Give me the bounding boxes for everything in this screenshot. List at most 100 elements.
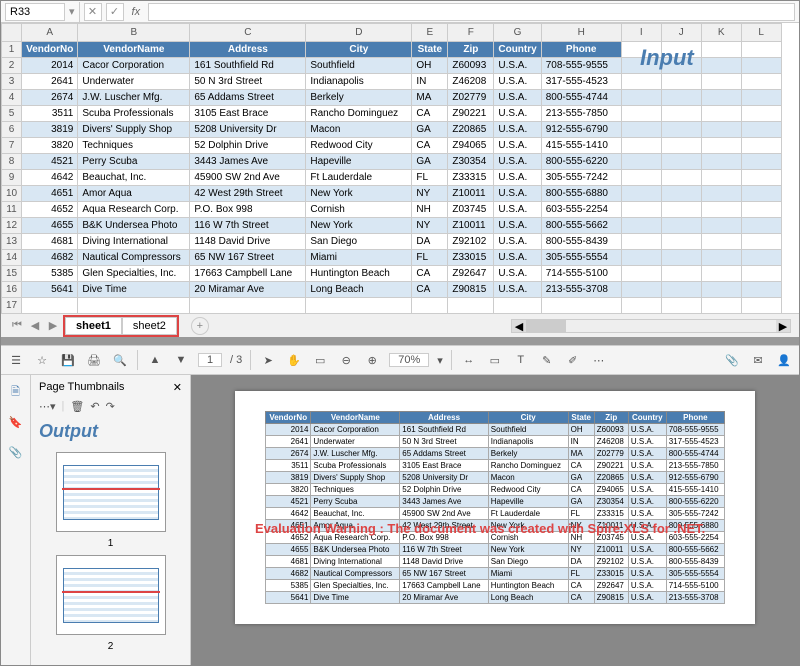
data-cell[interactable]: 1148 David Drive (190, 234, 306, 250)
data-cell[interactable]: GA (412, 122, 448, 138)
data-cell[interactable]: 800-555-5662 (541, 218, 621, 234)
data-cell[interactable]: Long Beach (306, 282, 412, 298)
data-cell[interactable]: Z90815 (448, 282, 494, 298)
zoom-out-icon[interactable]: ⊖ (337, 351, 355, 369)
data-cell[interactable]: OH (412, 58, 448, 74)
hand-icon[interactable]: ✋ (285, 351, 303, 369)
zoom-dropdown-icon[interactable]: ▾ (437, 354, 443, 367)
data-cell[interactable]: Glen Specialties, Inc. (78, 266, 190, 282)
draw-icon[interactable]: ✎ (538, 351, 556, 369)
cancel-icon[interactable]: ✕ (84, 3, 102, 21)
data-cell[interactable]: Z92102 (448, 234, 494, 250)
attachments-icon[interactable]: 📎 (7, 443, 25, 461)
data-cell[interactable]: 65 NW 167 Street (190, 250, 306, 266)
data-cell[interactable]: 116 W 7th Street (190, 218, 306, 234)
data-cell[interactable]: 4651 (22, 186, 78, 202)
data-cell[interactable]: 45900 SW 2nd Ave (190, 170, 306, 186)
data-cell[interactable]: 4655 (22, 218, 78, 234)
data-cell[interactable]: 213-555-7850 (541, 106, 621, 122)
col-header[interactable]: D (306, 24, 412, 42)
data-cell[interactable]: Scuba Professionals (78, 106, 190, 122)
fit-page-icon[interactable]: ▭ (486, 351, 504, 369)
data-cell[interactable]: Aqua Research Corp. (78, 202, 190, 218)
zoom-level-input[interactable]: 70% (389, 353, 429, 367)
data-cell[interactable]: Dive Time (78, 282, 190, 298)
col-header[interactable]: A (22, 24, 78, 42)
data-cell[interactable]: 305-555-7242 (541, 170, 621, 186)
data-cell[interactable]: Miami (306, 250, 412, 266)
data-cell[interactable]: New York (306, 186, 412, 202)
add-sheet-icon[interactable]: + (191, 317, 209, 335)
data-cell[interactable]: CA (412, 138, 448, 154)
row-header[interactable]: 4 (2, 90, 22, 106)
data-cell[interactable]: U.S.A. (494, 58, 541, 74)
data-cell[interactable]: Z92647 (448, 266, 494, 282)
thumbnails-icon[interactable]: 🗎 (7, 383, 25, 401)
data-cell[interactable]: 213-555-3708 (541, 282, 621, 298)
data-cell[interactable]: Z02779 (448, 90, 494, 106)
data-cell[interactable]: Z10011 (448, 186, 494, 202)
thumbnail-page-2[interactable] (56, 555, 166, 635)
email-icon[interactable]: ✉ (749, 351, 767, 369)
data-cell[interactable]: 3105 East Brace (190, 106, 306, 122)
table-header-cell[interactable]: Phone (541, 42, 621, 58)
data-cell[interactable]: 2641 (22, 74, 78, 90)
data-cell[interactable]: Z46208 (448, 74, 494, 90)
row-header[interactable]: 14 (2, 250, 22, 266)
data-cell[interactable]: U.S.A. (494, 74, 541, 90)
data-cell[interactable]: Nautical Compressors (78, 250, 190, 266)
data-cell[interactable]: U.S.A. (494, 218, 541, 234)
horizontal-scrollbar[interactable]: ◀▶ (511, 319, 791, 333)
pointer-icon[interactable]: ➤ (259, 351, 277, 369)
search-icon[interactable]: 🔍 (111, 351, 129, 369)
data-cell[interactable]: 4681 (22, 234, 78, 250)
data-cell[interactable]: U.S.A. (494, 250, 541, 266)
tab-sheet1[interactable]: sheet1 (65, 317, 122, 335)
col-header[interactable]: K (701, 24, 741, 42)
user-add-icon[interactable]: 👤 (775, 351, 793, 369)
data-cell[interactable]: 4682 (22, 250, 78, 266)
data-cell[interactable]: CA (412, 266, 448, 282)
col-header[interactable]: I (621, 24, 661, 42)
col-header[interactable]: B (78, 24, 190, 42)
col-header[interactable]: C (190, 24, 306, 42)
data-cell[interactable]: 4521 (22, 154, 78, 170)
data-cell[interactable]: U.S.A. (494, 106, 541, 122)
prev-page-icon[interactable]: ▲ (146, 351, 164, 369)
data-cell[interactable]: Ft Lauderdale (306, 170, 412, 186)
col-header[interactable]: G (494, 24, 541, 42)
data-cell[interactable]: Cacor Corporation (78, 58, 190, 74)
data-cell[interactable]: GA (412, 154, 448, 170)
data-cell[interactable]: 4642 (22, 170, 78, 186)
star-icon[interactable]: ☆ (33, 351, 51, 369)
col-header[interactable]: F (448, 24, 494, 42)
data-cell[interactable]: Techniques (78, 138, 190, 154)
data-cell[interactable]: 714-555-5100 (541, 266, 621, 282)
data-cell[interactable]: U.S.A. (494, 154, 541, 170)
data-cell[interactable]: 42 West 29th Street (190, 186, 306, 202)
row-header[interactable]: 16 (2, 282, 22, 298)
data-cell[interactable]: Z20865 (448, 122, 494, 138)
row-header[interactable]: 3 (2, 74, 22, 90)
data-cell[interactable]: San Diego (306, 234, 412, 250)
row-header[interactable]: 7 (2, 138, 22, 154)
thumb-delete-icon[interactable]: 🗑 (70, 400, 84, 413)
col-header[interactable]: L (741, 24, 781, 42)
data-cell[interactable]: U.S.A. (494, 282, 541, 298)
data-cell[interactable]: NY (412, 186, 448, 202)
data-cell[interactable]: FL (412, 250, 448, 266)
data-cell[interactable]: 305-555-5554 (541, 250, 621, 266)
formula-input[interactable] (148, 3, 795, 21)
data-cell[interactable]: 5208 University Dr (190, 122, 306, 138)
data-cell[interactable]: NY (412, 218, 448, 234)
data-cell[interactable]: U.S.A. (494, 266, 541, 282)
data-cell[interactable]: 3820 (22, 138, 78, 154)
table-header-cell[interactable]: VendorName (78, 42, 190, 58)
data-cell[interactable]: 4652 (22, 202, 78, 218)
data-cell[interactable]: Z90221 (448, 106, 494, 122)
data-cell[interactable]: Rancho Dominguez (306, 106, 412, 122)
table-header-cell[interactable]: VendorNo (22, 42, 78, 58)
table-header-cell[interactable]: City (306, 42, 412, 58)
thumb-rotate-ccw-icon[interactable]: ↶ (90, 400, 99, 413)
row-header[interactable]: 9 (2, 170, 22, 186)
